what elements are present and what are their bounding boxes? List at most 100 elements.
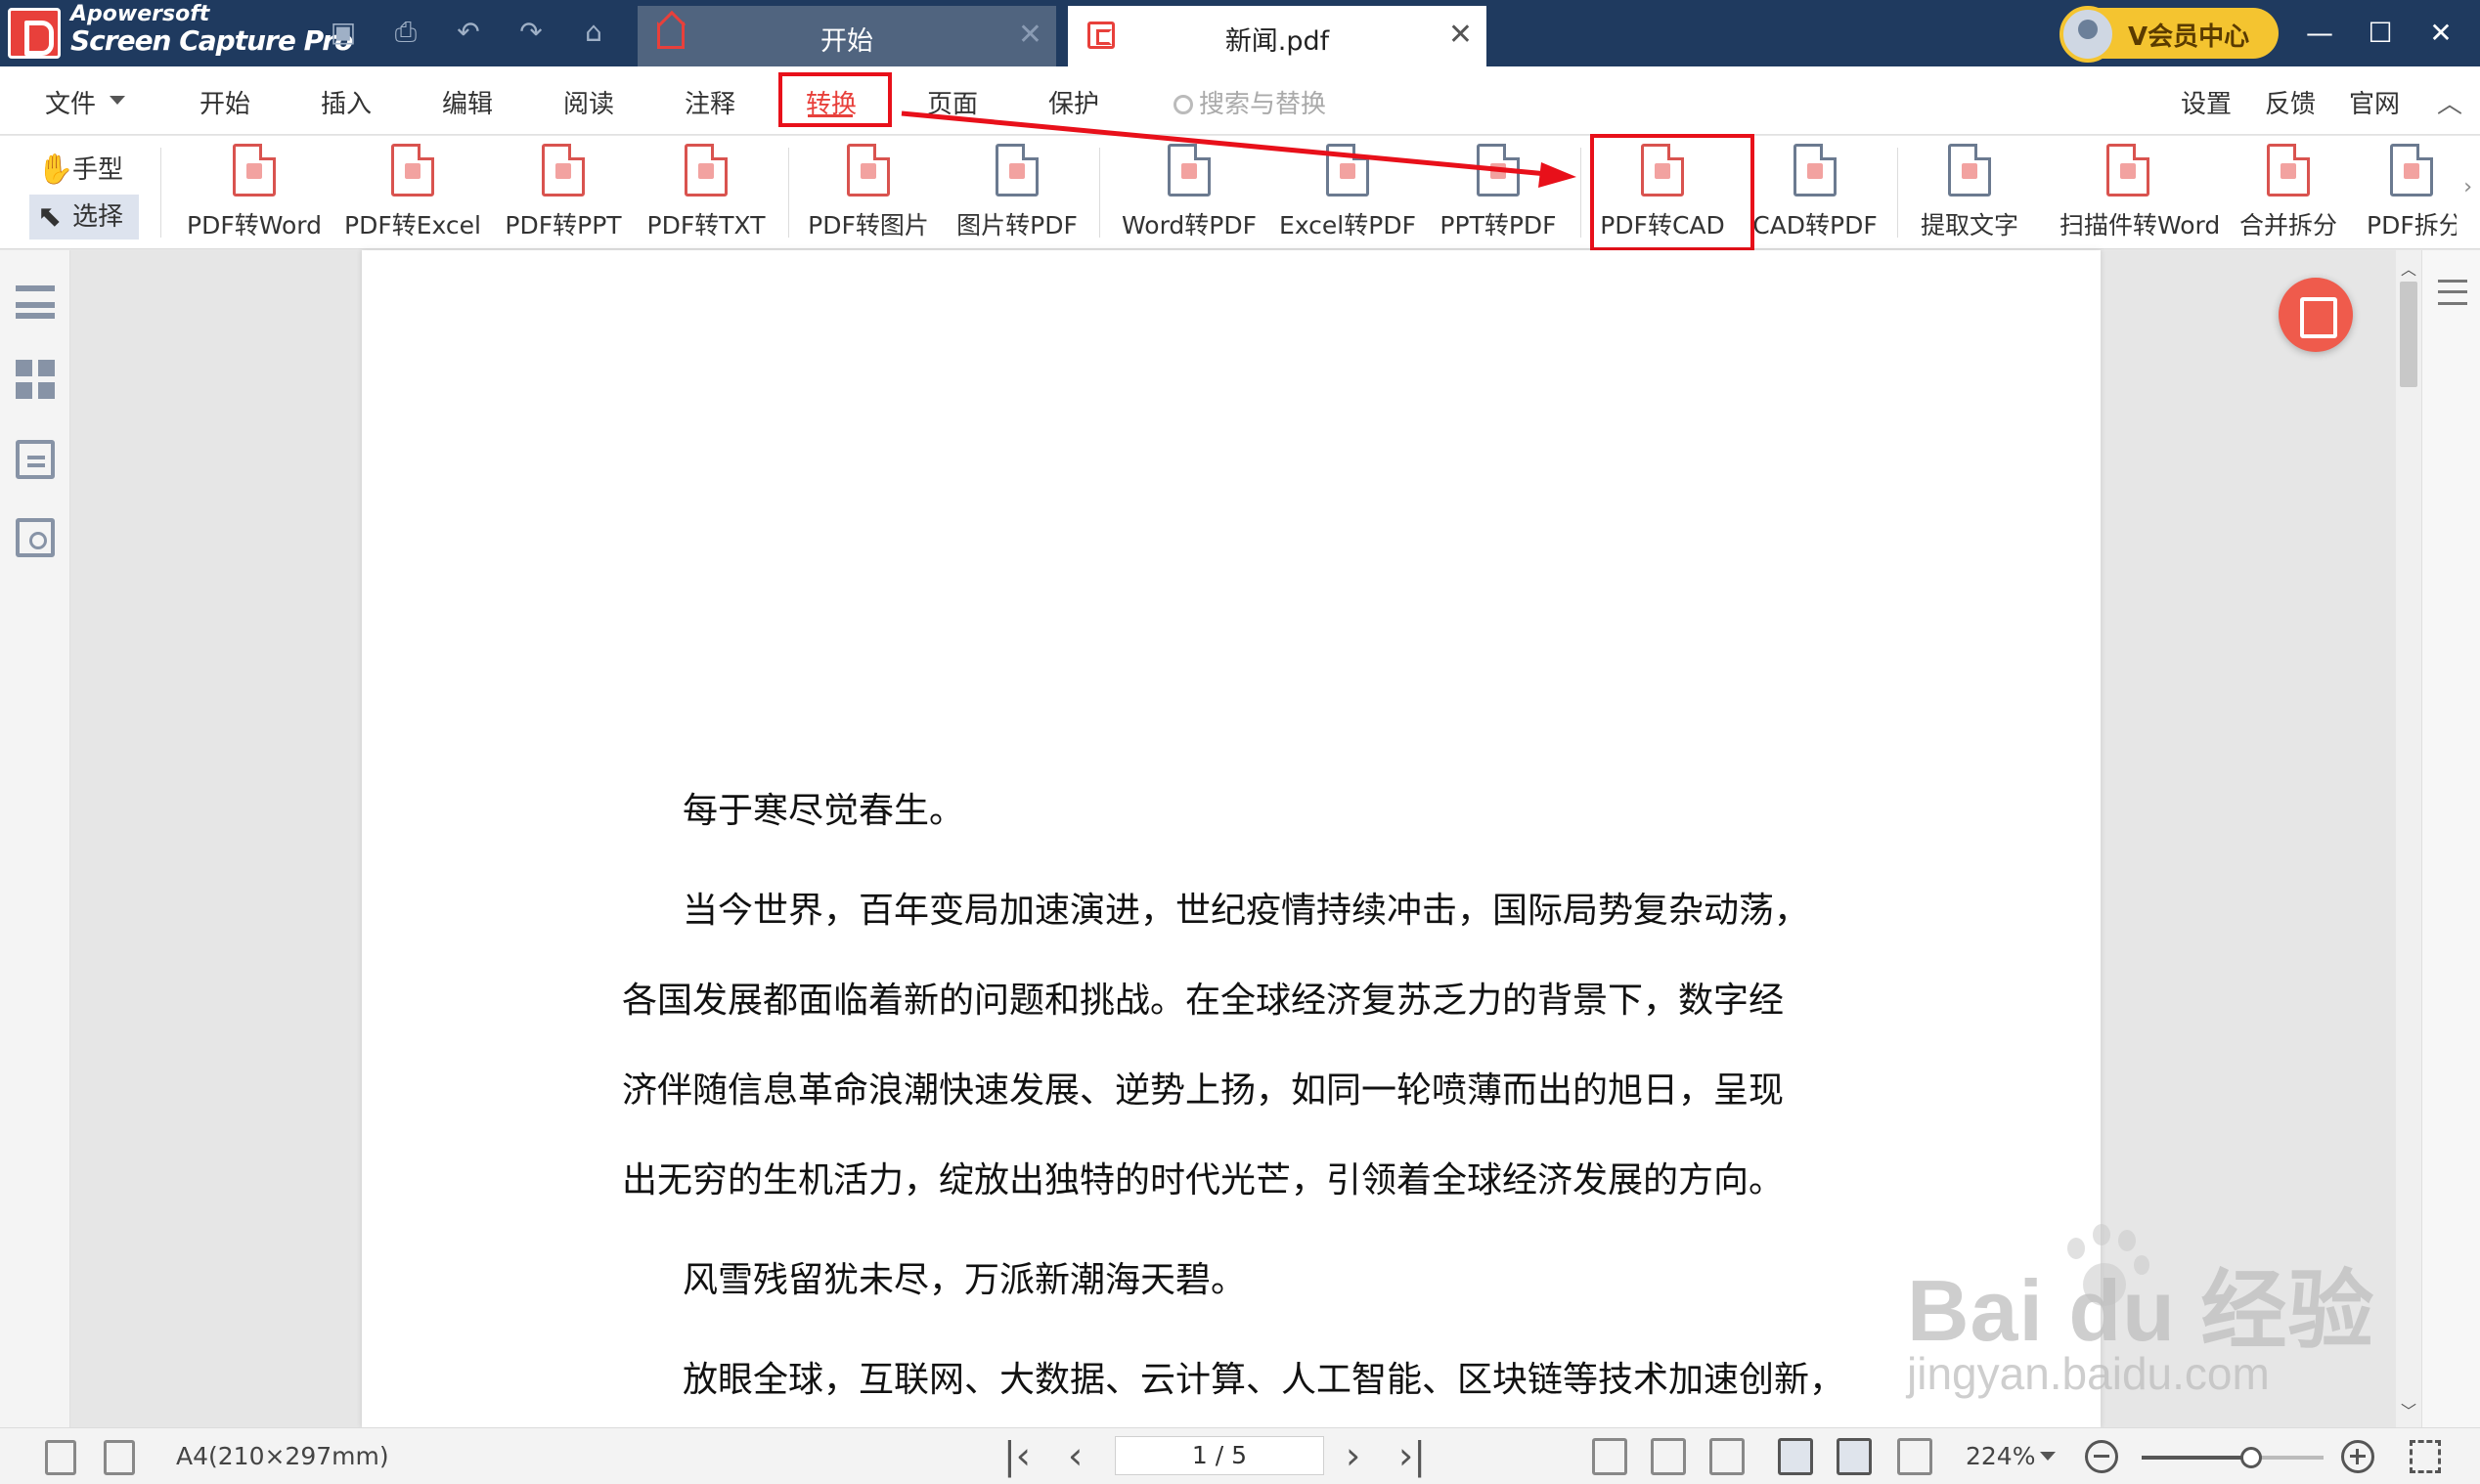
home-icon[interactable]: ⌂ <box>577 16 610 49</box>
tab-document[interactable]: 新闻.pdf ✕ <box>1068 6 1486 66</box>
scroll-down-icon[interactable]: ﹀ <box>2396 1398 2421 1421</box>
zoom-slider[interactable] <box>2142 1456 2324 1460</box>
convert-to-word-float-button[interactable] <box>2279 278 2353 352</box>
paragraph-line: 当今世界，百年变局加速演进，世纪疫情持续冲击，国际局势复杂动荡， <box>683 891 1810 931</box>
chevron-down-icon[interactable] <box>2040 1452 2056 1461</box>
hand-tool-button[interactable]: ✋ 手型 <box>29 148 139 193</box>
single-page-view-icon[interactable] <box>1837 1438 1872 1475</box>
screen-capture-watermark: Apowersoft Screen Capture Pro <box>70 2 353 57</box>
menu-page[interactable]: 页面 <box>927 84 978 120</box>
menu-feedback[interactable]: 反馈 <box>2265 84 2316 120</box>
image-to-pdf-button[interactable]: 图片转PDF <box>956 136 1078 249</box>
search-input[interactable]: 搜索与替换 <box>1174 84 1326 120</box>
next-page-button[interactable]: › <box>1346 1434 1360 1477</box>
paragraph-line: 出无穷的生机活力，绽放出独特的时代光芒，引领着全球经济发展的方向。 <box>622 1160 1785 1200</box>
pdf-to-cad-highlight <box>1590 134 1754 251</box>
hand-icon: ✋ <box>37 153 74 187</box>
menu-file[interactable]: 文件 <box>45 84 96 120</box>
save-icon[interactable]: ▣ <box>327 16 360 49</box>
tab-close-icon[interactable]: ✕ <box>1448 18 1473 52</box>
extract-text-button[interactable]: 提取文字 <box>1921 136 2018 249</box>
continuous-view-icon[interactable] <box>1778 1438 1813 1475</box>
print-icon[interactable]: ⎙ <box>389 16 422 49</box>
ribbon-divider <box>1897 148 1898 238</box>
tool-label: Excel转PDF <box>1279 211 1416 240</box>
collapse-ribbon-icon[interactable]: ︿ <box>2437 84 2462 120</box>
minimize-button[interactable]: — <box>2298 12 2341 55</box>
menu-annotate[interactable]: 注释 <box>685 84 735 120</box>
menu-website[interactable]: 官网 <box>2349 84 2400 120</box>
vertical-scrollbar[interactable]: ︿ ﹀ <box>2396 250 2421 1427</box>
app-logo <box>8 8 61 59</box>
page-number-input[interactable]: 1 / 5 <box>1115 1436 1324 1475</box>
menu-protect[interactable]: 保护 <box>1048 84 1099 120</box>
left-sidebar <box>0 250 70 1427</box>
prev-page-button[interactable]: ‹ <box>1068 1434 1083 1477</box>
fit-width-icon[interactable] <box>1709 1438 1745 1475</box>
tab-close-icon[interactable]: ✕ <box>1018 18 1042 52</box>
pdf-to-word-button[interactable]: PDF转Word <box>187 136 322 249</box>
zoom-slider-knob[interactable] <box>2239 1447 2262 1468</box>
next-view-icon[interactable] <box>104 1440 135 1475</box>
pdf-to-image-button[interactable]: PDF转图片 <box>808 136 929 249</box>
properties-icon[interactable] <box>2438 280 2467 305</box>
image-to-pdf-icon <box>996 144 1039 196</box>
tool-label: 提取文字 <box>1920 211 2018 240</box>
pdf-to-image-icon <box>847 144 890 196</box>
pdf-to-txt-button[interactable]: PDF转TXT <box>647 136 765 249</box>
ribbon-scroll-right-icon[interactable]: › <box>2463 175 2472 199</box>
first-page-button[interactable]: |‹ <box>1003 1434 1031 1477</box>
zoom-level[interactable]: 224% <box>1966 1442 2035 1470</box>
avatar[interactable] <box>2059 6 2116 63</box>
tool-label: 合并拆分 <box>2238 211 2337 240</box>
pdf-to-excel-button[interactable]: PDF转Excel <box>344 136 481 249</box>
paragraph-line: 济伴随信息革命浪潮快速发展、逆势上扬，如同一轮喷薄而出的旭日，呈现 <box>622 1070 1785 1111</box>
outline-icon[interactable] <box>16 285 55 319</box>
chevron-down-icon[interactable] <box>110 96 125 105</box>
maximize-button[interactable]: ☐ <box>2359 12 2402 55</box>
scrollbar-thumb[interactable] <box>2400 282 2417 387</box>
pdf-split-button[interactable]: PDF拆分 <box>2367 136 2457 249</box>
scroll-up-icon[interactable]: ︿ <box>2396 256 2421 280</box>
annotations-icon[interactable] <box>16 440 55 479</box>
excel-to-pdf-button[interactable]: Excel转PDF <box>1279 136 1416 249</box>
menu-home[interactable]: 开始 <box>199 84 250 120</box>
last-page-button[interactable]: ›| <box>1398 1434 1426 1477</box>
ribbon-divider <box>160 148 161 238</box>
cursor-icon: ⬉ <box>37 199 63 234</box>
menu-edit[interactable]: 编辑 <box>442 84 493 120</box>
pdf-to-ppt-button[interactable]: PDF转PPT <box>505 136 622 249</box>
ppt-to-pdf-button[interactable]: PPT转PDF <box>1439 136 1557 249</box>
merge-split-button[interactable]: 合并拆分 <box>2239 136 2337 249</box>
pdf-to-txt-icon <box>685 144 728 196</box>
fit-page-icon[interactable] <box>1651 1438 1686 1475</box>
word-to-pdf-button[interactable]: Word转PDF <box>1122 136 1257 249</box>
tab-home[interactable]: 开始 ✕ <box>638 6 1056 66</box>
zoom-in-icon[interactable] <box>2341 1440 2374 1473</box>
select-tool-button[interactable]: ⬉ 选择 <box>29 195 139 240</box>
baidu-watermark-url: jingyan.baidu.com <box>1907 1348 2270 1399</box>
ribbon-divider <box>1099 148 1100 238</box>
fullscreen-icon[interactable] <box>2410 1440 2441 1473</box>
member-center-button[interactable]: V会员中心 <box>2059 6 2279 63</box>
menu-read[interactable]: 阅读 <box>563 84 614 120</box>
undo-icon[interactable]: ↶ <box>452 16 485 49</box>
scan-to-word-button[interactable]: 扫描件转Word <box>2059 136 2220 249</box>
cad-to-pdf-button[interactable]: CAD转PDF <box>1752 136 1878 249</box>
close-button[interactable]: ✕ <box>2419 12 2462 55</box>
menu-insert[interactable]: 插入 <box>321 84 372 120</box>
pdf-page[interactable]: 每于寒尽觉春生。 当今世界，百年变局加速演进，世纪疫情持续冲击，国际局势复杂动荡… <box>362 250 2101 1427</box>
excel-to-pdf-icon <box>1326 144 1369 196</box>
search-panel-icon[interactable] <box>16 518 55 557</box>
redo-icon[interactable]: ↷ <box>514 16 548 49</box>
menu-settings[interactable]: 设置 <box>2181 84 2232 120</box>
search-icon <box>1174 95 1193 114</box>
zoom-slider-fill <box>2142 1456 2251 1460</box>
zoom-out-icon[interactable] <box>2085 1440 2118 1473</box>
cad-to-pdf-icon <box>1794 144 1837 196</box>
thumbnails-icon[interactable] <box>16 360 55 399</box>
actual-size-icon[interactable] <box>1592 1438 1627 1475</box>
paragraph-line: 放眼全球，互联网、大数据、云计算、人工智能、区块链等技术加速创新， <box>683 1360 1845 1400</box>
two-page-view-icon[interactable] <box>1897 1438 1932 1475</box>
prev-view-icon[interactable] <box>45 1440 76 1475</box>
